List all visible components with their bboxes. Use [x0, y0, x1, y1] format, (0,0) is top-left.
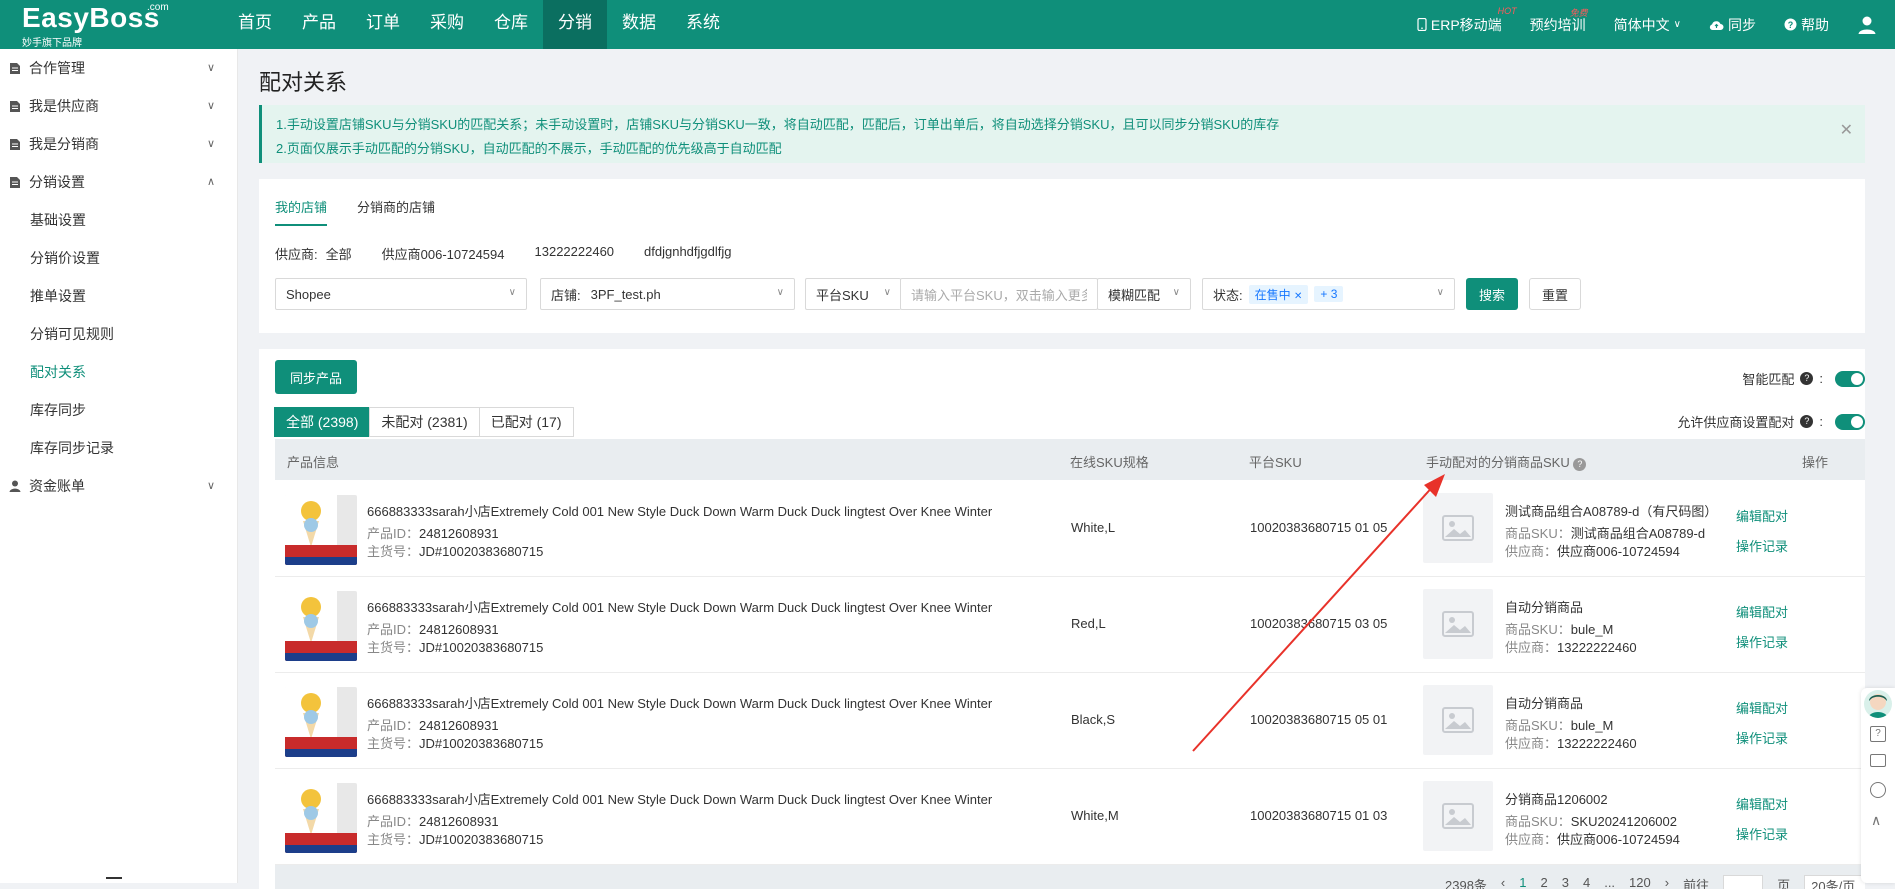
agent-avatar-icon — [1868, 694, 1888, 718]
right-toolbar: ? ∧ — [1861, 688, 1895, 883]
chevron-up-icon[interactable]: ∧ — [1871, 812, 1881, 829]
customer-service-avatar[interactable] — [1864, 690, 1892, 718]
refresh-icon[interactable] — [1870, 782, 1886, 798]
message-icon[interactable] — [1870, 754, 1886, 767]
annotation-arrow — [1192, 474, 1445, 752]
feedback-icon[interactable]: ? — [1870, 726, 1886, 742]
